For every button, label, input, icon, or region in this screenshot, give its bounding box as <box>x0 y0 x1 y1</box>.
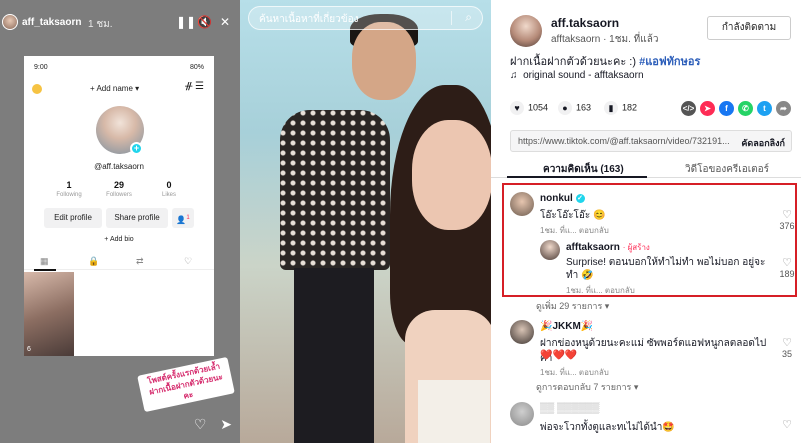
video-person-shirt <box>280 110 390 270</box>
reply-meta[interactable]: 1ชม. ที่แ... ตอบกลับ <box>566 284 635 297</box>
copy-link-button[interactable]: คัดลอกลิงก์ <box>741 136 785 150</box>
video-caption: ฝากเนื้อฝากตัวด้วยนะคะ :) #แอฟทักษอร <box>510 56 701 68</box>
video-woman-face <box>412 120 491 230</box>
related-search-bar[interactable]: ค้นหาเนื้อหาที่เกี่ยวข้อง ⌕ <box>248 6 483 30</box>
copy-link-box[interactable]: https://www.tiktok.com/@aff.taksaorn/vid… <box>510 130 792 152</box>
story-header: aff_taksaorn 1 ชม. ❚❚ 🔇 ✕ <box>0 12 240 34</box>
comment-text-emoji: ❤️❤️❤️ <box>540 350 578 361</box>
comment-tabs: ความคิดเห็น (163) วิดีโอของครีเอเตอร์ <box>491 160 801 178</box>
heart-icon[interactable]: ♥ <box>510 101 524 115</box>
story-sticker-text: โพสต์ครั้งแรกด้วยเล้ำ ฝากเนื้อฝากตัวด้วย… <box>137 356 235 413</box>
mute-icon[interactable]: 🔇 <box>197 15 212 29</box>
comment-action[interactable]: ● 163 <box>558 101 591 115</box>
view-more-replies[interactable]: ดูการตอบกลับ 7 รายการ ▾ <box>536 380 638 394</box>
share-profile-button: Share profile <box>106 208 168 228</box>
embed-icon[interactable]: </> <box>681 101 696 116</box>
avatar[interactable] <box>510 402 534 426</box>
stat-likes: 0 Likes <box>161 180 176 198</box>
comment-meta[interactable]: 1ชม. ที่แ... ตอบกลับ <box>540 366 609 379</box>
whatsapp-icon[interactable]: ✆ <box>738 101 753 116</box>
view-more-replies[interactable]: ดูเพิ่ม 29 รายการ ▾ <box>536 299 609 313</box>
add-avatar-icon: + <box>130 142 143 155</box>
author-name[interactable]: aff.taksaorn <box>551 16 619 30</box>
comment-username[interactable]: ▒▒ ▒▒▒▒▒▒ <box>540 403 599 414</box>
author-avatar[interactable] <box>510 15 542 47</box>
video-thumbnail: 6 <box>24 272 74 356</box>
save-action[interactable]: ▮ 182 <box>604 101 637 115</box>
story-username[interactable]: aff_taksaorn <box>22 17 81 28</box>
heart-outline-icon[interactable]: ♡ <box>777 336 797 349</box>
add-bio-link: + Add bio <box>104 236 134 243</box>
video-url: https://www.tiktok.com/@aff.taksaorn/vid… <box>518 136 730 146</box>
avatar[interactable] <box>510 320 534 344</box>
comment-meta[interactable]: 1ชม. ที่แ... ตอบกลับ <box>540 224 609 237</box>
story-avatar[interactable] <box>2 14 18 30</box>
video-person-face <box>352 22 416 100</box>
phone-screenshot: 9:00 80% + Add name ▾ ᚌ ☰ + @aff.taksaor… <box>24 56 214 356</box>
avatar[interactable] <box>510 192 534 216</box>
menu-icon: ᚌ ☰ <box>185 81 204 92</box>
like-action[interactable]: ♥ 1054 <box>510 101 548 115</box>
reply-username[interactable]: afftaksaorn · ผู้สร้าง <box>566 241 650 254</box>
close-icon[interactable]: ✕ <box>220 15 230 29</box>
heart-icon[interactable]: ♡ <box>194 416 207 432</box>
music-note-icon: ♫ <box>510 70 518 81</box>
comment-like[interactable]: ♡ <box>777 418 797 431</box>
active-tab-indicator <box>34 269 56 271</box>
avatar[interactable] <box>540 240 560 260</box>
share-icon[interactable]: ➦ <box>776 101 791 116</box>
grid-icon: ▦ <box>40 256 49 266</box>
tab-creator-videos[interactable]: วิดีโอของครีเอเตอร์ <box>685 162 769 177</box>
heart-outline-icon[interactable]: ♡ <box>777 256 797 269</box>
send-icon[interactable]: ➤ <box>700 101 715 116</box>
repost-icon: ⇄ <box>136 256 144 266</box>
add-friend-icon: 👤1 <box>172 208 194 228</box>
lock-icon: 🔒 <box>88 256 100 266</box>
video-player[interactable]: ค้นหาเนื้อหาที่เกี่ยวข้อง ⌕ <box>240 0 491 443</box>
coin-icon <box>32 84 42 94</box>
liked-icon: ♡ <box>184 256 193 266</box>
add-name-link: + Add name ▾ <box>90 84 140 93</box>
edit-profile-button: Edit profile <box>44 208 102 228</box>
comment-username[interactable]: nonkul ✓ <box>540 193 585 204</box>
facebook-icon[interactable]: f <box>719 101 734 116</box>
profile-handle: @aff.taksaorn <box>94 162 144 171</box>
status-time: 9:00 <box>34 64 48 71</box>
video-detail-panel: aff.taksaorn afftaksaorn · 1ชม. ที่แล้ว … <box>491 0 801 443</box>
story-panel: aff_taksaorn 1 ชม. ❚❚ 🔇 ✕ 9:00 80% + Add… <box>0 0 240 443</box>
comment-text: โอ๊ะโอ๊ะโอ๊ะ 😊 <box>540 210 606 221</box>
story-time: 1 ชม. <box>88 19 113 30</box>
sound-link[interactable]: ♫ original sound - afftaksaorn <box>510 70 644 81</box>
comment-icon[interactable]: ● <box>558 101 572 115</box>
tab-comments[interactable]: ความคิดเห็น (163) <box>543 162 624 177</box>
heart-outline-icon[interactable]: ♡ <box>777 208 797 221</box>
comment-like[interactable]: ♡ 376 <box>777 208 797 231</box>
verified-icon: ✓ <box>575 193 585 203</box>
stat-followers: 29 Followers <box>106 180 132 198</box>
reply-like[interactable]: ♡ 189 <box>777 256 797 279</box>
comment-username[interactable]: 🎉JKKM🎉 <box>540 321 593 332</box>
video-woman-top <box>418 380 490 443</box>
creator-badge: · ผู้สร้าง <box>622 243 650 252</box>
active-tab-indicator <box>507 176 647 178</box>
story-actions: ♡ ➤ <box>194 416 232 433</box>
status-battery: 80% <box>189 64 204 71</box>
stat-following: 1 Following <box>56 180 82 198</box>
video-person-legs <box>294 268 374 443</box>
comment-like[interactable]: ♡ 35 <box>777 336 797 359</box>
author-subline: afftaksaorn · 1ชม. ที่แล้ว <box>551 34 659 45</box>
search-placeholder: ค้นหาเนื้อหาที่เกี่ยวข้อง <box>259 14 359 25</box>
pause-icon[interactable]: ❚❚ <box>176 15 196 29</box>
search-icon[interactable]: ⌕ <box>465 10 472 25</box>
following-button[interactable]: กำลังติดตาม <box>707 16 791 40</box>
search-divider <box>451 11 452 25</box>
heart-outline-icon[interactable]: ♡ <box>777 418 797 431</box>
reply-text: Surprise! ตอนบอกให้ทำไม่ทำ พอไม่บอก อยู่… <box>566 257 766 281</box>
bookmark-icon[interactable]: ▮ <box>604 101 618 115</box>
send-icon[interactable]: ➤ <box>220 416 232 432</box>
hashtag-link[interactable]: #แอฟทักษอร <box>639 56 700 68</box>
twitter-icon[interactable]: t <box>757 101 772 116</box>
profile-tabs: ▦ 🔒 ⇄ ♡ <box>24 254 214 270</box>
comment-text: พ่อจะโวกทั้งตูและทเไม่ได้นำ🤩 <box>540 422 675 433</box>
